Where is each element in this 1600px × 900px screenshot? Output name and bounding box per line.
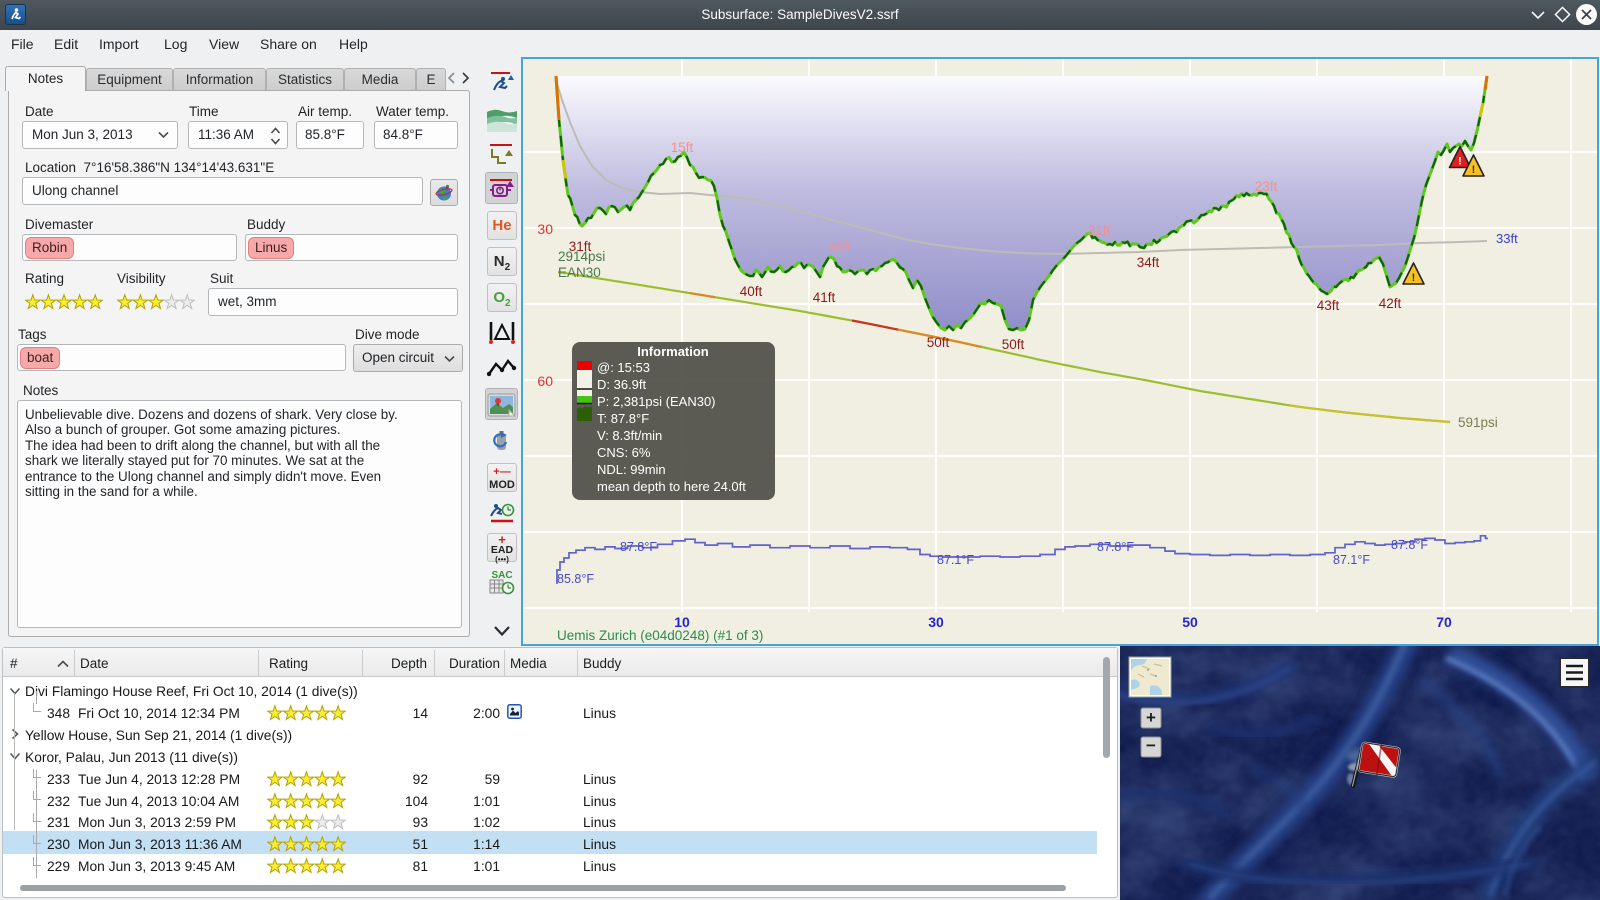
svg-text:P: 2,381psi (EAN30): P: 2,381psi (EAN30)	[597, 394, 716, 409]
svg-text:30: 30	[537, 221, 553, 237]
svg-text:34ft: 34ft	[1137, 255, 1160, 270]
svg-text:EAN30: EAN30	[558, 265, 601, 280]
svg-text:SAC: SAC	[491, 570, 512, 581]
svg-text:50ft: 50ft	[1002, 337, 1025, 352]
svg-text:D: 36.9ft: D: 36.9ft	[597, 377, 647, 392]
svg-text:2914psi: 2914psi	[558, 249, 605, 264]
svg-text:30: 30	[928, 614, 944, 630]
svg-text:43ft: 43ft	[1317, 298, 1340, 313]
svg-text:@: 15:53: @: 15:53	[597, 360, 650, 375]
svg-text:87.8°F: 87.8°F	[620, 540, 657, 554]
svg-text:87.1°F: 87.1°F	[937, 553, 974, 567]
svg-text:31ft: 31ft	[1088, 223, 1111, 238]
svg-text:!: !	[1472, 164, 1476, 176]
svg-text:35ft: 35ft	[829, 240, 852, 255]
svg-text:591psi: 591psi	[1458, 415, 1498, 430]
svg-text:T: 87.8°F: T: 87.8°F	[597, 411, 649, 426]
svg-text:V: 8.3ft/min: V: 8.3ft/min	[597, 428, 662, 443]
svg-text:15ft: 15ft	[671, 140, 694, 155]
svg-text:−: −	[1146, 736, 1156, 755]
svg-text:50ft: 50ft	[927, 335, 950, 350]
svg-text:CNS: 6%: CNS: 6%	[597, 445, 651, 460]
svg-text:!: !	[1412, 272, 1416, 284]
svg-text:Information: Information	[637, 344, 709, 359]
svg-text:23ft: 23ft	[1255, 179, 1278, 194]
svg-text:33ft: 33ft	[1496, 231, 1518, 246]
svg-text:Uemis Zurich (e04d0248) (#1 of: Uemis Zurich (e04d0248) (#1 of 3)	[557, 628, 763, 643]
svg-text:87:8°F: 87:8°F	[1391, 538, 1428, 552]
svg-text:85.8°F: 85.8°F	[557, 572, 594, 586]
svg-text:40ft: 40ft	[740, 284, 763, 299]
svg-text:42ft: 42ft	[1379, 296, 1402, 311]
svg-text:50: 50	[1182, 614, 1198, 630]
svg-text:!: !	[1458, 156, 1462, 168]
svg-text:60: 60	[537, 373, 553, 389]
svg-text:70: 70	[1436, 614, 1452, 630]
svg-text:NDL: 99min: NDL: 99min	[597, 462, 666, 477]
svg-text:87.8°F: 87.8°F	[1097, 540, 1134, 554]
svg-text:mean depth to here 24.0ft: mean depth to here 24.0ft	[597, 479, 746, 494]
svg-text:+: +	[1146, 708, 1156, 727]
svg-text:41ft: 41ft	[813, 290, 836, 305]
svg-text:87.1°F: 87.1°F	[1333, 553, 1370, 567]
